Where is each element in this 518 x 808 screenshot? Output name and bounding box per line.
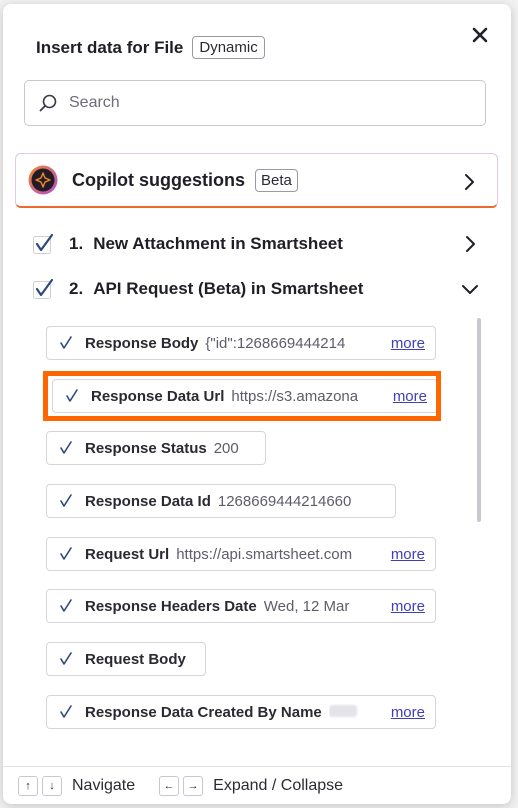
arrow-down-key-icon: ↓	[42, 775, 62, 796]
search-box[interactable]	[24, 80, 486, 126]
more-link[interactable]: more	[391, 546, 425, 563]
chevron-down-icon[interactable]	[461, 280, 479, 298]
panel-title: Insert data for File	[36, 37, 184, 57]
redacted-value	[328, 704, 357, 717]
chevron-right-icon[interactable]	[463, 173, 475, 191]
field-label: Response Status	[85, 439, 207, 457]
navigate-hint: Navigate	[72, 776, 136, 794]
copilot-suggestions-row[interactable]: Copilot suggestions Beta	[15, 153, 498, 208]
copilot-logo-icon	[28, 165, 58, 195]
field-value: Wed, 12 Mar	[263, 597, 350, 615]
field-label: Request Url	[85, 545, 170, 563]
checkmark-icon	[60, 441, 72, 454]
expand-collapse-hint: Expand / Collapse	[213, 776, 344, 794]
field-item-response-status[interactable]: Response Status 200	[46, 431, 266, 465]
search-input[interactable]	[67, 93, 471, 113]
chevron-right-icon[interactable]	[461, 235, 479, 253]
step-2-row[interactable]: 2. API Request (Beta) in Smartsheet	[33, 274, 489, 304]
copilot-label: Copilot suggestions	[72, 169, 245, 190]
step-number: 2.	[69, 279, 84, 298]
step-title: New Attachment in Smartsheet	[93, 234, 343, 253]
field-label: Response Body	[85, 334, 199, 352]
field-value-redacted	[328, 704, 387, 721]
dynamic-badge: Dynamic	[192, 36, 265, 59]
checkmark-icon	[60, 494, 72, 507]
checkmark-icon	[60, 599, 72, 612]
field-value: 200	[213, 439, 239, 457]
field-value: {"id":1268669444214	[205, 334, 346, 352]
scrollbar[interactable]	[477, 318, 481, 522]
more-link[interactable]: more	[391, 335, 425, 352]
field-item-response-data-created-by-name[interactable]: Response Data Created By Name more	[46, 695, 436, 729]
more-link[interactable]: more	[393, 388, 427, 405]
close-icon[interactable]	[469, 24, 491, 46]
step-1-row[interactable]: 1. New Attachment in Smartsheet	[33, 229, 489, 259]
field-label: Response Data Id	[85, 492, 211, 510]
field-label: Response Data Created By Name	[85, 703, 322, 721]
field-value: https://s3.amazona	[231, 387, 359, 405]
field-item-response-data-url[interactable]: Response Data Url https://s3.amazona mor…	[52, 379, 438, 413]
beta-badge: Beta	[255, 168, 298, 192]
checkmark-icon	[60, 705, 72, 718]
field-item-response-data-id[interactable]: Response Data Id 1268669444214660	[46, 484, 396, 518]
field-label: Request Body	[85, 650, 186, 668]
search-icon	[39, 94, 57, 112]
panel-header: Insert data for File Dynamic	[36, 36, 265, 59]
field-value: https://api.smartsheet.com	[176, 545, 353, 563]
field-item-response-headers-date[interactable]: Response Headers Date Wed, 12 Mar more	[46, 589, 436, 623]
field-item-request-url[interactable]: Request Url https://api.smartsheet.com m…	[46, 537, 436, 571]
checkmark-icon	[60, 547, 72, 560]
field-value: 1268669444214660	[217, 492, 352, 510]
field-item-request-body[interactable]: Request Body	[46, 642, 206, 676]
step-title: API Request (Beta) in Smartsheet	[93, 279, 364, 298]
field-item-response-body[interactable]: Response Body {"id":1268669444214 more	[46, 326, 436, 360]
arrow-right-key-icon: →	[183, 775, 204, 796]
checkmark-icon	[33, 278, 54, 299]
field-label: Response Headers Date	[85, 597, 257, 615]
step-number: 1.	[69, 234, 84, 253]
field-label: Response Data Url	[91, 387, 225, 405]
checkmark-icon	[60, 336, 72, 349]
more-link[interactable]: more	[391, 704, 425, 721]
keyboard-hints-footer: ↑ ↓ Navigate ← → Expand / Collapse	[3, 766, 511, 804]
checkmark-icon	[33, 233, 54, 254]
more-link[interactable]: more	[391, 598, 425, 615]
arrow-left-key-icon: ←	[159, 775, 180, 796]
checkmark-icon	[66, 389, 78, 402]
checkmark-icon	[60, 652, 72, 665]
insert-data-panel: Insert data for File Dynamic Copilot sug…	[3, 4, 511, 804]
arrow-up-key-icon: ↑	[18, 775, 38, 796]
